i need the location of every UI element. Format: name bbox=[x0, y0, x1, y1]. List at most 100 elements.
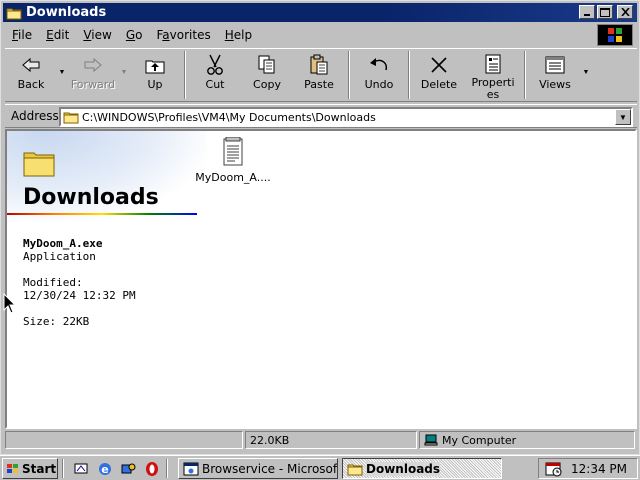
start-button[interactable]: Start bbox=[2, 458, 58, 479]
folder-icon bbox=[6, 8, 22, 19]
window-title: Downloads bbox=[26, 5, 107, 20]
task-browservice-label: Browservice - Microsof... bbox=[202, 461, 338, 476]
taskbar: Start e Browservice - Microsof... Downlo… bbox=[0, 455, 640, 480]
address-dropdown-button[interactable]: ▼ bbox=[615, 109, 631, 125]
quicklaunch-internet-explorer[interactable]: e bbox=[96, 460, 114, 478]
my-computer-icon bbox=[424, 434, 438, 446]
show-desktop-icon bbox=[74, 463, 88, 474]
taskbar-separator bbox=[166, 459, 168, 478]
paste-button[interactable]: Paste bbox=[293, 49, 345, 101]
delete-button[interactable]: Delete bbox=[413, 49, 465, 101]
maximize-icon bbox=[600, 7, 610, 17]
toolbar-separator bbox=[408, 51, 410, 99]
selected-file-name: MyDoom_A.exe bbox=[23, 237, 103, 250]
modified-label: Modified: bbox=[23, 276, 83, 289]
task-downloads-label: Downloads bbox=[366, 461, 441, 476]
outlook-express-icon bbox=[121, 463, 136, 474]
maximize-button[interactable] bbox=[597, 5, 613, 19]
folder-icon bbox=[347, 464, 363, 475]
toolbar-separator bbox=[524, 51, 526, 99]
delete-label: Delete bbox=[420, 78, 458, 91]
folder-view[interactable]: Downloads MyDoom_A.exe Application Modif… bbox=[5, 129, 637, 429]
close-icon bbox=[620, 8, 630, 16]
back-arrow-icon bbox=[22, 57, 40, 73]
status-size: 22.0KB bbox=[245, 431, 417, 449]
modified-value: 12/30/24 12:32 PM bbox=[23, 289, 136, 302]
status-zone-label: My Computer bbox=[442, 433, 517, 447]
minimize-button[interactable] bbox=[579, 5, 595, 19]
address-label: Address bbox=[11, 109, 59, 123]
menu-go[interactable]: Go bbox=[119, 28, 150, 42]
delete-x-icon bbox=[431, 57, 447, 73]
up-label: Up bbox=[147, 78, 163, 91]
copy-label: Copy bbox=[253, 78, 281, 91]
explorer-window: Downloads File Edit View Go Favorites He… bbox=[0, 0, 640, 455]
menu-bar: File Edit View Go Favorites Help bbox=[5, 25, 595, 45]
folder-icon bbox=[63, 112, 79, 124]
web-view-panel: Downloads MyDoom_A.exe Application Modif… bbox=[7, 131, 207, 427]
exe-document-icon bbox=[223, 137, 243, 166]
address-input[interactable]: C:\WINDOWS\Profiles\VM4\My Documents\Dow… bbox=[59, 107, 633, 127]
file-details: MyDoom_A.exe Application Modified: 12/30… bbox=[23, 237, 136, 328]
undo-label: Undo bbox=[364, 78, 394, 91]
minimize-icon bbox=[584, 14, 590, 16]
close-button[interactable] bbox=[617, 5, 633, 19]
address-value: C:\WINDOWS\Profiles\VM4\My Documents\Dow… bbox=[82, 110, 376, 124]
file-item[interactable]: MyDoom_A.... bbox=[193, 137, 273, 184]
quicklaunch-show-desktop[interactable] bbox=[72, 460, 90, 478]
views-icon bbox=[545, 56, 565, 74]
taskbar-separator bbox=[62, 459, 64, 478]
properties-button[interactable]: Properties bbox=[465, 49, 521, 101]
toolbar-separator bbox=[184, 51, 186, 99]
web-view-title: Downloads bbox=[23, 185, 159, 210]
back-button[interactable]: Back bbox=[5, 49, 57, 101]
windows-flag-icon bbox=[7, 463, 18, 473]
selected-file-type: Application bbox=[23, 250, 96, 263]
cut-button[interactable]: Cut bbox=[189, 49, 241, 101]
menu-favorites[interactable]: Favorites bbox=[149, 28, 217, 42]
quicklaunch-opera[interactable] bbox=[143, 460, 161, 478]
task-downloads[interactable]: Downloads bbox=[342, 458, 502, 479]
views-button[interactable]: Views bbox=[529, 49, 581, 101]
copy-button[interactable]: Copy bbox=[241, 49, 293, 101]
undo-arrow-icon bbox=[370, 58, 388, 71]
title-bar[interactable]: Downloads bbox=[3, 3, 637, 22]
quicklaunch-outlook-express[interactable] bbox=[120, 460, 138, 478]
menu-help[interactable]: Help bbox=[218, 28, 259, 42]
properties-label: Properties bbox=[471, 76, 515, 101]
views-label: Views bbox=[539, 78, 571, 91]
status-zone: My Computer bbox=[419, 431, 635, 449]
back-label: Back bbox=[17, 78, 45, 91]
internet-explorer-icon: e bbox=[99, 463, 111, 476]
large-folder-icon bbox=[23, 152, 55, 177]
task-browservice[interactable]: Browservice - Microsof... bbox=[178, 458, 338, 479]
status-text bbox=[5, 431, 243, 449]
forward-dropdown[interactable]: ▼ bbox=[119, 49, 129, 101]
up-button[interactable]: Up bbox=[129, 49, 181, 101]
standard-toolbar: Back ▼ Forward ▼ Up Cut Copy Paste Undo bbox=[5, 48, 637, 102]
scissors-icon bbox=[207, 54, 223, 75]
up-folder-icon bbox=[145, 60, 165, 74]
start-label: Start bbox=[22, 461, 57, 476]
address-bar: Address C:\WINDOWS\Profiles\VM4\My Docum… bbox=[5, 104, 637, 128]
file-size: Size: 22KB bbox=[23, 315, 90, 328]
undo-button[interactable]: Undo bbox=[353, 49, 405, 101]
copy-icon bbox=[258, 55, 275, 74]
web-view-divider bbox=[7, 213, 197, 215]
back-dropdown[interactable]: ▼ bbox=[57, 49, 67, 101]
task-scheduler-icon[interactable] bbox=[545, 461, 563, 477]
views-dropdown[interactable]: ▼ bbox=[581, 49, 591, 101]
forward-arrow-icon bbox=[84, 57, 102, 73]
menu-file[interactable]: File bbox=[5, 28, 39, 42]
forward-button[interactable]: Forward bbox=[67, 49, 119, 101]
system-tray: 12:34 PM bbox=[538, 458, 638, 479]
status-bar: 22.0KB My Computer bbox=[5, 431, 637, 449]
menu-edit[interactable]: Edit bbox=[39, 28, 76, 42]
svg-text:e: e bbox=[101, 463, 108, 476]
menu-view[interactable]: View bbox=[76, 28, 118, 42]
cut-label: Cut bbox=[205, 78, 225, 91]
windows-flag-icon bbox=[608, 28, 622, 42]
file-item-label: MyDoom_A.... bbox=[195, 171, 271, 184]
clock[interactable]: 12:34 PM bbox=[571, 462, 627, 476]
windows-logo-throbber bbox=[597, 24, 633, 46]
